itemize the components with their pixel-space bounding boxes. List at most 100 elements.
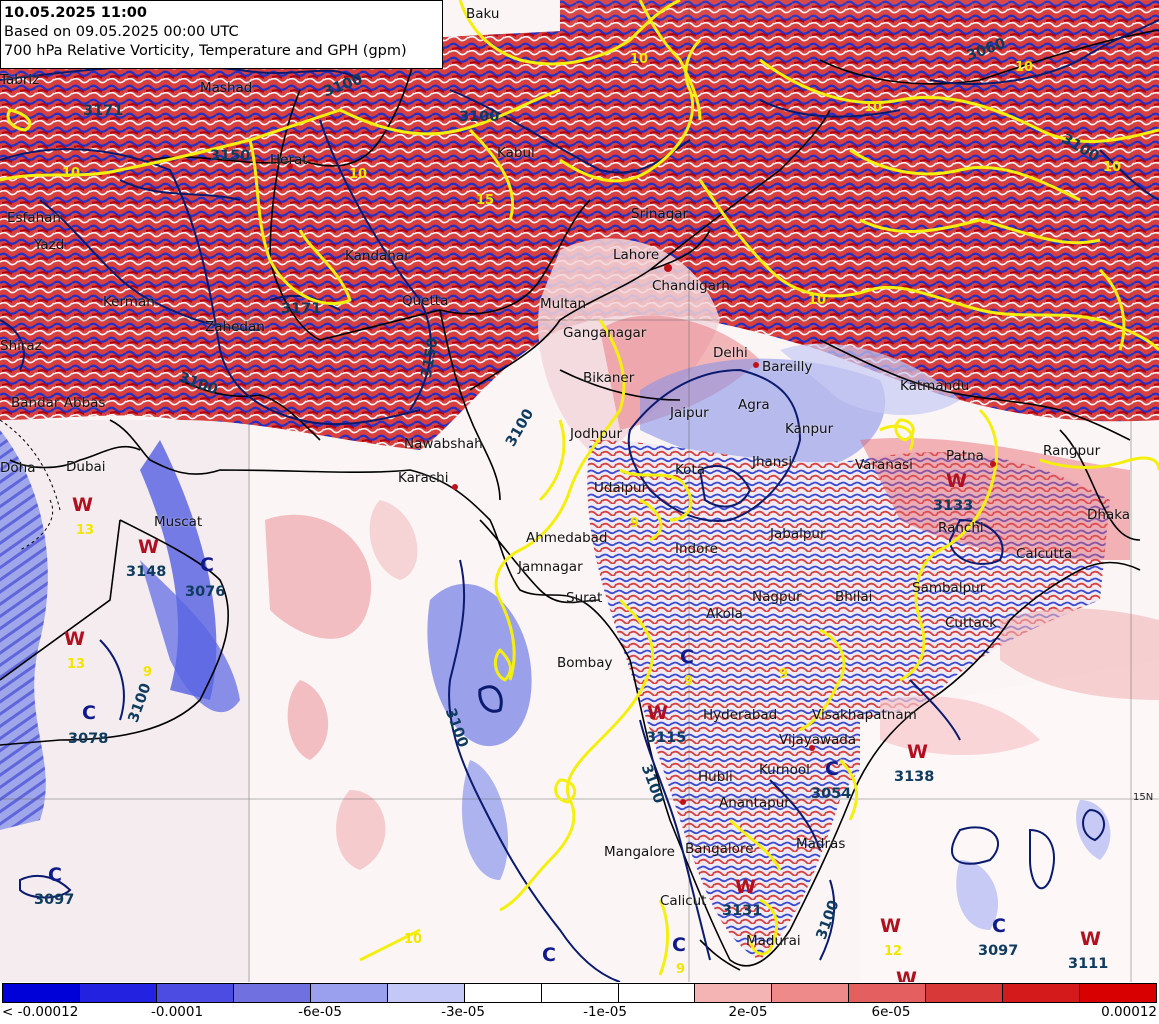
city-label: Shiraz xyxy=(0,338,42,354)
colorbar-swatch xyxy=(464,984,542,1002)
warm-center-marker: W xyxy=(1080,928,1101,950)
gph-value: 3115 xyxy=(646,730,687,746)
colorbar-tick-label: < -0.00012 xyxy=(2,1004,79,1020)
colorbar-swatch xyxy=(79,984,157,1002)
gph-value: 3097 xyxy=(978,943,1019,959)
warm-center-marker: W xyxy=(946,470,967,492)
city-label: Dubai xyxy=(66,459,106,475)
temperature-label: 10 xyxy=(1103,160,1122,175)
city-label: Agra xyxy=(738,397,770,413)
warm-center-marker: W xyxy=(72,494,93,516)
map-title-box: 10.05.2025 11:00 Based on 09.05.2025 00:… xyxy=(0,0,443,69)
colorbar-swatch xyxy=(541,984,619,1002)
city-label: Hyderabad xyxy=(703,707,778,723)
city-label: Patna xyxy=(946,448,984,464)
vorticity-colorbar: < -0.00012 -0.0001 -6e-05 -3e-05 -1e-05 … xyxy=(0,982,1159,1024)
weather-map: 10.05.2025 11:00 Based on 09.05.2025 00:… xyxy=(0,0,1159,982)
colorbar-swatch xyxy=(156,984,234,1002)
warm-center-marker: W xyxy=(138,536,159,558)
city-label: Lahore xyxy=(613,247,660,263)
city-label: Varanasi xyxy=(855,457,913,473)
temperature-label: 13 xyxy=(76,523,95,538)
city-label: Jodhpur xyxy=(570,426,623,442)
temperature-label: 9 xyxy=(779,667,789,682)
city-label: Mashad xyxy=(200,80,253,96)
city-label: Kanpur xyxy=(785,421,834,437)
city-label: Jhansi xyxy=(752,454,793,470)
colorbar-swatch xyxy=(3,984,80,1002)
city-label: Kabul xyxy=(497,145,535,161)
cold-center-marker: C xyxy=(680,646,694,668)
warm-center-marker: W xyxy=(735,876,756,898)
cold-center-marker: C xyxy=(200,554,214,576)
cold-center-marker: C xyxy=(48,864,62,886)
city-label: Bangalore xyxy=(685,841,754,857)
city-label: Quetta xyxy=(402,293,449,309)
temperature-label: 10 xyxy=(630,52,649,67)
colorbar-swatch xyxy=(618,984,696,1002)
city-label: Madurai xyxy=(746,933,801,949)
colorbar-swatch xyxy=(1003,984,1081,1002)
temperature-label: 9 xyxy=(630,516,640,531)
temperature-label: 15 xyxy=(476,193,495,208)
city-label: Calicut xyxy=(660,893,707,909)
city-label: Bandar Abbas xyxy=(11,395,106,411)
latitude-label: 15N xyxy=(1133,792,1154,803)
contour-label: 3171 xyxy=(83,103,124,119)
cold-center-marker: C xyxy=(992,915,1006,937)
temperature-label: 10 xyxy=(1015,60,1034,75)
city-label: Mangalore xyxy=(604,844,675,860)
city-label: Dhaka xyxy=(1087,507,1131,523)
cold-center-marker: C xyxy=(825,758,839,780)
colorbar-swatch xyxy=(387,984,465,1002)
city-label: Vijayawada xyxy=(779,732,857,748)
warm-center-marker: W xyxy=(907,741,928,763)
city-label: Karachi xyxy=(398,470,449,486)
city-label: Kandahar xyxy=(345,248,410,264)
temperature-label: 9 xyxy=(684,674,694,689)
city-label: Ahmedabad xyxy=(526,530,608,546)
city-label: Indore xyxy=(675,541,718,557)
city-label: Katmandu xyxy=(900,378,970,394)
contour-label: 3171 xyxy=(281,301,322,317)
city-label: Hubli xyxy=(698,769,733,785)
city-label: Srinagar xyxy=(631,206,689,222)
city-label: Akola xyxy=(706,606,743,622)
city-label: Nagpur xyxy=(752,589,802,605)
colorbar-tick-label: -0.0001 xyxy=(150,1004,204,1020)
city-label: Zahedan xyxy=(205,319,265,335)
city-label: Bareilly xyxy=(762,359,813,375)
city-label: Madras xyxy=(796,836,846,852)
city-label: Jamnagar xyxy=(518,559,583,575)
gph-value: 3076 xyxy=(185,584,226,600)
colorbar-tick-label: -3e-05 xyxy=(441,1004,485,1020)
temperature-label: 9 xyxy=(676,962,686,977)
temperature-label: 13 xyxy=(67,657,86,672)
gph-value: 3133 xyxy=(933,498,974,514)
city-label: Muscat xyxy=(154,514,203,530)
temperature-label: 9 xyxy=(143,665,153,680)
temperature-label: 10 xyxy=(349,167,368,182)
city-label: Esfahan xyxy=(7,210,61,226)
city-label: Baku xyxy=(466,6,500,22)
city-label: Surat xyxy=(566,590,603,606)
city-label: Udaipur xyxy=(594,480,648,496)
temperature-label: 10 xyxy=(864,100,883,115)
contour-label: 3100 xyxy=(459,109,500,125)
city-label: Bikaner xyxy=(583,370,635,386)
city-label: Calcutta xyxy=(1016,546,1073,562)
colorbar-tick-label: 2e-05 xyxy=(728,1004,768,1020)
colorbar-swatch xyxy=(772,984,850,1002)
city-label: Visakhapatnam xyxy=(812,707,917,723)
city-label: Jaipur xyxy=(670,405,709,421)
colorbar-swatch xyxy=(310,984,388,1002)
city-label: Ganganagar xyxy=(563,325,647,341)
city-label: Herat xyxy=(270,152,308,168)
temperature-label: 10 xyxy=(404,932,423,947)
model-run-info: Based on 09.05.2025 00:00 UTC xyxy=(4,24,239,40)
gph-value: 3148 xyxy=(126,564,167,580)
city-label: Bombay xyxy=(557,655,613,671)
gph-value: 3078 xyxy=(68,731,109,747)
temperature-label: 10 xyxy=(808,293,827,308)
gph-value: 3138 xyxy=(894,769,935,785)
